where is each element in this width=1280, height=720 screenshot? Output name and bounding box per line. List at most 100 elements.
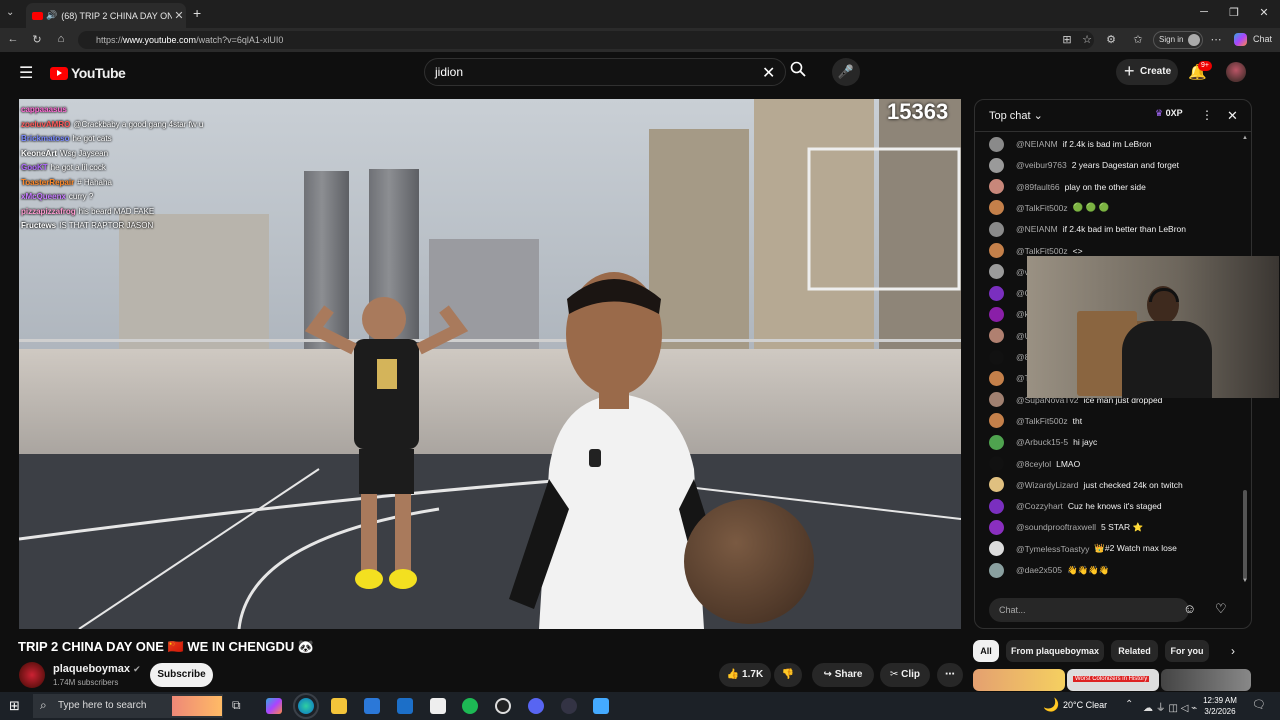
voice-search-mic-icon[interactable]: 🎤 — [832, 58, 860, 86]
emoji-icon[interactable]: ☺ — [1183, 601, 1196, 616]
clear-search-icon[interactable]: ✕ — [762, 63, 775, 83]
chat-message[interactable]: @NEIANM if 2.4k is bad im LeBron — [989, 134, 1152, 154]
chat-message[interactable]: @soundprooftraxwell 5 STAR ⭐ — [989, 517, 1143, 537]
chat-user-avatar[interactable] — [989, 306, 1004, 322]
tray-icons[interactable]: ☁ ⏚ ◫ ◁ ⌁ — [1143, 699, 1197, 714]
favorite-star-icon[interactable]: ☆ — [1079, 33, 1095, 46]
chat-username[interactable]: @veibur9763 — [1016, 160, 1067, 170]
chat-message[interactable]: @Arbuck15-5 hi jayc — [989, 432, 1097, 452]
chat-user-avatar[interactable] — [989, 243, 1004, 258]
chat-username[interactable]: @8ceylol — [1016, 459, 1051, 469]
chat-user-avatar[interactable] — [989, 413, 1004, 429]
chat-user-avatar[interactable] — [989, 349, 1004, 365]
chevron-right-icon[interactable]: › — [1231, 644, 1235, 658]
windows-start-icon[interactable]: ⊞ — [9, 698, 20, 714]
account-avatar[interactable] — [1226, 62, 1246, 82]
chat-username[interactable]: @89fault66 — [1016, 182, 1060, 192]
chat-user-avatar[interactable] — [989, 370, 1004, 386]
chat-user-avatar[interactable] — [989, 392, 1004, 408]
chat-message[interactable]: @8ceylol LMAO — [989, 454, 1080, 474]
subscribe-button[interactable]: Subscribe — [150, 663, 213, 687]
chat-menu-icon[interactable]: ⋮ — [1201, 108, 1213, 122]
chat-username[interactable]: @NEIANM — [1016, 224, 1058, 234]
close-window-icon[interactable]: ✕ — [1254, 6, 1274, 19]
chat-username[interactable]: @Cozzyhart — [1016, 501, 1063, 511]
chat-username[interactable]: @NEIANM — [1016, 139, 1058, 149]
chat-username[interactable]: @soundprooftraxwell — [1016, 522, 1096, 532]
notification-center-icon[interactable]: 🗨 — [1252, 698, 1266, 711]
chat-user-avatar[interactable] — [989, 264, 1004, 280]
top-chat-dropdown[interactable]: Top chat ⌄ — [989, 109, 1043, 122]
chat-user-avatar[interactable] — [989, 200, 1004, 216]
chat-username[interactable]: @Arbuck15-5 — [1016, 437, 1068, 447]
taskbar-clock[interactable]: 12:39 AM 3/2/2026 — [1198, 695, 1242, 717]
chat-scrollbar[interactable] — [1243, 490, 1247, 580]
chat-username[interactable]: @TalkFit500z — [1016, 416, 1068, 426]
channel-name[interactable]: plaqueboymax ✔ — [53, 663, 141, 675]
notepad-icon[interactable] — [430, 698, 446, 714]
chat-user-avatar[interactable] — [989, 434, 1004, 450]
speaker-icon[interactable]: 🔊 — [46, 10, 57, 21]
chat-message[interactable]: @89fault66 play on the other side — [989, 177, 1146, 197]
chat-input[interactable]: Chat... — [989, 598, 1189, 622]
chat-message[interactable]: @dae2x505 👋👋👋👋 — [989, 560, 1109, 580]
restore-icon[interactable]: ❐ — [1224, 6, 1244, 19]
extensions-icon[interactable]: ⚙ — [1103, 33, 1119, 46]
task-view-icon[interactable]: ⧉ — [232, 698, 248, 714]
chat-user-avatar[interactable] — [989, 328, 1004, 344]
sign-in-button[interactable]: Sign in — [1153, 31, 1203, 49]
youtube-logo[interactable]: YouTube — [50, 65, 126, 81]
chat-user-avatar[interactable] — [989, 157, 1004, 173]
copilot-icon[interactable] — [1234, 33, 1247, 46]
more-actions-button[interactable]: ⋯ — [937, 663, 963, 687]
edge-browser-icon[interactable] — [293, 693, 319, 719]
create-button[interactable]: Create — [1116, 58, 1178, 85]
copilot-taskbar-icon[interactable] — [266, 698, 282, 714]
chat-user-avatar[interactable] — [989, 285, 1004, 301]
chat-message[interactable]: @WizardyLizard just checked 24k on twitch — [989, 475, 1183, 495]
browser-tab[interactable]: 🔊 (68) TRIP 2 CHINA DAY ONE ✕ — [26, 3, 186, 28]
minimize-icon[interactable]: ─ — [1194, 6, 1214, 18]
weather-text[interactable]: 20°C Clear — [1063, 700, 1107, 710]
chat-username[interactable]: @WizardyLizard — [1016, 480, 1078, 490]
tray-chevron-icon[interactable]: ⌃ — [1125, 699, 1133, 710]
obs-icon[interactable] — [495, 698, 511, 714]
more-icon[interactable]: ⋯ — [1208, 33, 1224, 46]
new-tab-icon[interactable]: + — [193, 5, 201, 21]
copilot-chat-label[interactable]: Chat — [1253, 34, 1272, 44]
chip-all[interactable]: All — [973, 640, 999, 662]
store-icon[interactable] — [364, 698, 380, 714]
refresh-icon[interactable]: ↻ — [29, 33, 45, 46]
close-tab-icon[interactable]: ✕ — [172, 9, 186, 22]
discord-icon[interactable] — [528, 698, 544, 714]
chat-user-avatar[interactable] — [989, 477, 1004, 493]
hamburger-menu-icon[interactable]: ☰ — [19, 63, 33, 83]
video-thumbnail[interactable] — [973, 669, 1065, 691]
search-input[interactable]: jidion — [424, 58, 786, 86]
chat-message[interactable]: @NEIANM if 2.4k bad im better than LeBron — [989, 219, 1186, 239]
chat-username[interactable]: @dae2x505 — [1016, 565, 1062, 575]
clip-button[interactable]: ✂ Clip — [880, 663, 930, 687]
chat-username[interactable]: @TalkFit500z — [1016, 246, 1068, 256]
video-player[interactable]: 15363 cappaaasus zoeluvAMRO @Crackbaby a g… — [19, 99, 961, 629]
chat-username[interactable]: @TalkFit500z — [1016, 203, 1068, 213]
chat-user-avatar[interactable] — [989, 179, 1004, 195]
chip-related[interactable]: Related — [1111, 640, 1158, 662]
app-available-icon[interactable]: ⊞ — [1059, 33, 1075, 46]
share-button[interactable]: ↪ Share — [812, 663, 874, 687]
chat-user-avatar[interactable] — [989, 541, 1004, 557]
search-icon[interactable] — [790, 61, 806, 82]
chat-user-avatar[interactable] — [989, 562, 1004, 578]
video-thumbnail[interactable]: Worst Colonizers in History — [1067, 669, 1159, 691]
video-thumbnail[interactable] — [1161, 669, 1251, 691]
chip-from-channel[interactable]: From plaqueboymax — [1006, 640, 1104, 662]
chat-message[interactable]: @TymelessToastyy 👑#2 Watch max lose — [989, 539, 1177, 559]
heart-icon[interactable]: ♡ — [1215, 601, 1227, 617]
chat-message[interactable]: @veibur9763 2 years Dagestan and forget — [989, 155, 1179, 175]
close-chat-icon[interactable]: ✕ — [1227, 108, 1238, 124]
scroll-down-icon[interactable]: ▼ — [1242, 578, 1248, 584]
channel-points[interactable]: ♛ 0XP — [1155, 108, 1183, 119]
chat-message[interactable]: @TalkFit500z 🟢 🟢 🟢 — [989, 198, 1109, 218]
chat-user-avatar[interactable] — [989, 456, 1004, 471]
chat-user-avatar[interactable] — [989, 519, 1004, 535]
